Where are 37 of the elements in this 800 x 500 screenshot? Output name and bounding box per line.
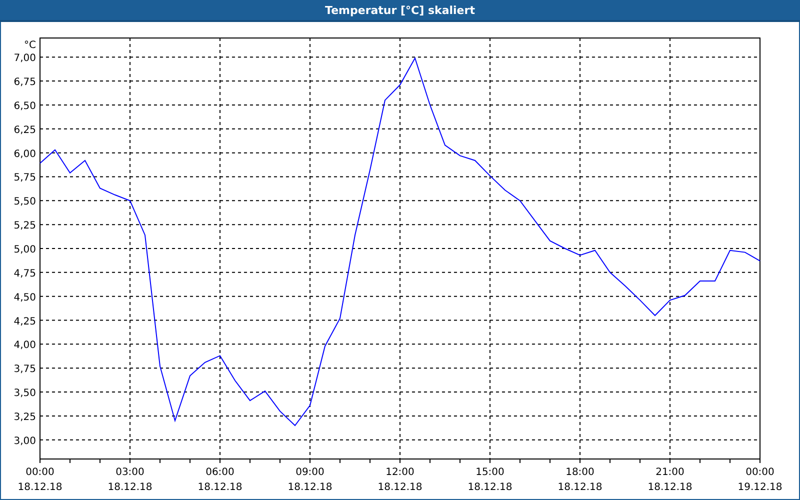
x-tick-label: 12:00 xyxy=(386,467,414,478)
x-tick-label: 15:00 xyxy=(476,467,504,478)
y-tick-label: 5,00 xyxy=(14,244,36,256)
x-tick-label: 18:00 xyxy=(566,467,594,478)
x-tick-label: 09:00 xyxy=(296,467,324,478)
y-tick-label: 6,75 xyxy=(14,77,36,88)
y-tick-label: 6,25 xyxy=(14,124,36,136)
y-tick-label: 6,00 xyxy=(14,148,36,160)
y-tick-label: 4,75 xyxy=(14,268,36,280)
y-tick-label: 3,75 xyxy=(14,364,36,376)
y-tick-label: 4,00 xyxy=(14,340,36,352)
y-tick-label: 6,50 xyxy=(14,100,36,112)
window-title: Temperatur [°C] skaliert xyxy=(325,4,475,16)
y-tick-label: 7,00 xyxy=(14,53,36,64)
y-tick-label: 5,75 xyxy=(14,172,36,184)
x-tick-label: 06:00 xyxy=(206,467,234,478)
y-tick-label: 5,25 xyxy=(14,220,36,232)
x-tick-label: 21:00 xyxy=(656,467,684,478)
x-tick-date: 18.12.18 xyxy=(18,482,62,493)
y-tick-label: 4,50 xyxy=(14,292,36,304)
x-tick-date: 18.12.18 xyxy=(468,482,512,493)
y-tick-label: 3,50 xyxy=(14,388,36,400)
y-tick-label: 3,00 xyxy=(14,436,36,447)
x-tick-date: 18.12.18 xyxy=(288,482,332,493)
x-tick-date: 18.12.18 xyxy=(648,482,692,493)
y-axis-unit: °C xyxy=(24,40,36,51)
x-tick-date: 18.12.18 xyxy=(198,482,242,493)
x-tick-date: 18.12.18 xyxy=(108,482,152,493)
x-tick-date: 18.12.18 xyxy=(378,482,422,493)
y-tick-label: 5,50 xyxy=(14,196,36,208)
x-tick-label: 00:00 xyxy=(746,467,774,478)
x-tick-date: 19.12.18 xyxy=(738,482,782,493)
x-tick-label: 00:00 xyxy=(26,467,54,478)
x-tick-date: 18.12.18 xyxy=(558,482,602,493)
y-tick-label: 3,25 xyxy=(14,412,36,423)
x-tick-label: 03:00 xyxy=(116,467,144,478)
y-tick-label: 4,25 xyxy=(14,316,36,328)
